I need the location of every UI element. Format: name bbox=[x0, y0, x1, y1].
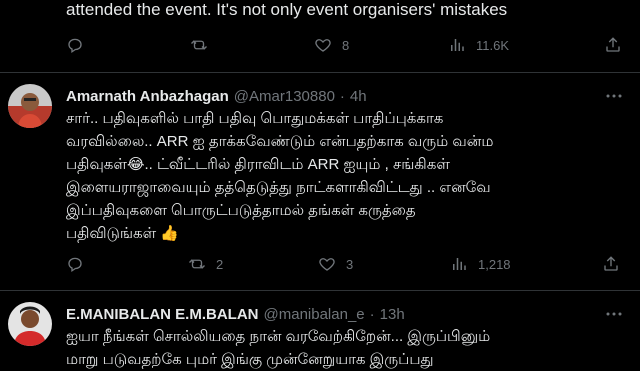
separator-dot: · bbox=[369, 305, 375, 323]
like-button[interactable]: 8 bbox=[314, 33, 349, 57]
timestamp[interactable]: 4h bbox=[350, 88, 367, 105]
author-name[interactable]: E.MANIBALAN E.M.BALAN bbox=[66, 306, 259, 323]
divider bbox=[0, 72, 640, 73]
reply-button[interactable] bbox=[66, 33, 94, 57]
tweet-text: ஐயா நீங்கள் சொல்லியதை நான் வரவேற்கிறேன்.… bbox=[66, 325, 626, 371]
tweet-text-line: ஐயா நீங்கள் சொல்லியதை நான் வரவேற்கிறேன்.… bbox=[66, 328, 491, 345]
tweet-actions: 8 11.6K bbox=[60, 33, 640, 57]
views-icon bbox=[451, 39, 464, 51]
heart-icon bbox=[319, 258, 335, 271]
reply-button[interactable] bbox=[66, 252, 94, 276]
separator-dot: · bbox=[339, 87, 345, 105]
avatar[interactable] bbox=[8, 302, 52, 346]
author-name[interactable]: Amarnath Anbazhagan bbox=[66, 88, 229, 105]
share-icon bbox=[604, 256, 618, 271]
views-button[interactable]: 11.6K bbox=[448, 33, 509, 57]
more-icon bbox=[606, 312, 622, 316]
tweet-text-line: இளையராஜாவையும் தத்தெடுத்து நாட்களாகிவிட்… bbox=[66, 179, 491, 196]
like-button[interactable]: 3 bbox=[318, 252, 353, 276]
tweet-text: சார்.. பதிவுகளில் பாதி பதிவு பொதுமக்கள் … bbox=[66, 107, 626, 245]
share-button[interactable] bbox=[602, 252, 620, 276]
retweet-button[interactable] bbox=[190, 33, 218, 57]
more-options-button[interactable] bbox=[602, 303, 626, 325]
share-icon bbox=[606, 37, 620, 52]
tweet-text-line: சார்.. பதிவுகளில் பாதி பதிவு பொதுமக்கள் … bbox=[66, 110, 444, 127]
tweet-text-line: பதிவுகள்😂.. ட்வீட்டரில் திராவிடம் ARR ஐய… bbox=[66, 156, 450, 173]
tweet-text-line: இப்பதிவுகளை பொருட்படுத்தாமல் தங்கள் கருத… bbox=[66, 202, 416, 219]
retweet-button[interactable]: 2 bbox=[188, 252, 223, 276]
timestamp[interactable]: 13h bbox=[380, 306, 405, 323]
tweet-text-line: வரவில்லை.. ARR ஐ தாக்கவேண்டும் என்பதற்கா… bbox=[66, 133, 494, 150]
tweet-header: E.MANIBALAN E.M.BALAN @manibalan_e · 13h bbox=[66, 303, 405, 325]
more-options-button[interactable] bbox=[602, 85, 626, 107]
divider bbox=[0, 290, 640, 291]
avatar-image bbox=[8, 302, 52, 346]
views-button[interactable]: 1,218 bbox=[450, 252, 511, 276]
tweet-header: Amarnath Anbazhagan @Amar130880 · 4h bbox=[66, 85, 367, 107]
views-icon bbox=[453, 258, 466, 270]
reply-icon bbox=[68, 257, 82, 273]
tweet-text: attended the event. It's not only event … bbox=[66, 0, 508, 19]
retweet-icon bbox=[189, 259, 205, 269]
heart-icon bbox=[315, 39, 331, 52]
reply-icon bbox=[68, 38, 82, 54]
share-button[interactable] bbox=[604, 33, 622, 57]
timeline: attended the event. It's not only event … bbox=[0, 0, 640, 368]
author-handle[interactable]: @Amar130880 bbox=[234, 88, 335, 105]
retweet-icon bbox=[191, 40, 207, 50]
tweet-actions: 2 3 1,218 bbox=[60, 252, 640, 276]
tweet-text-line: பதிவிடுங்கள் 👍 bbox=[66, 225, 180, 242]
avatar-image bbox=[8, 84, 52, 128]
more-icon bbox=[606, 94, 622, 98]
avatar[interactable] bbox=[8, 84, 52, 128]
author-handle[interactable]: @manibalan_e bbox=[264, 306, 365, 323]
